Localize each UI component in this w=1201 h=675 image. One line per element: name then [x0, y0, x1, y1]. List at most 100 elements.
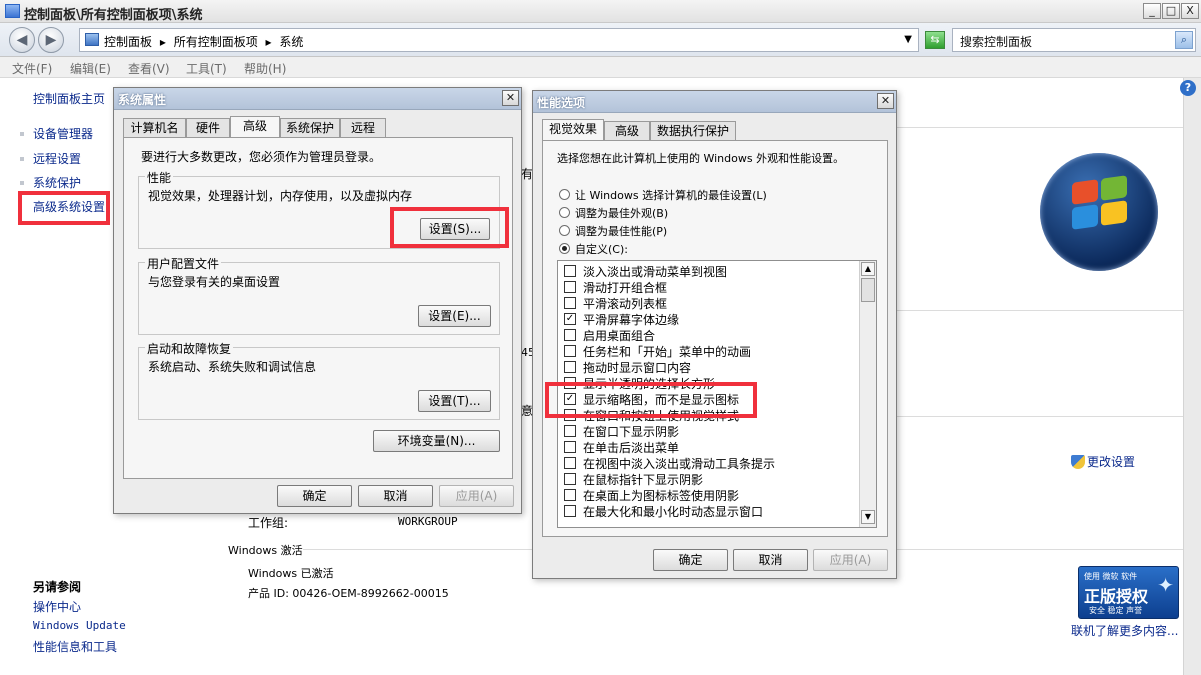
menu-view[interactable]: 查看(V) [128, 60, 170, 77]
checkbox[interactable] [564, 281, 576, 293]
learn-more-link[interactable]: 联机了解更多内容... [1071, 622, 1178, 639]
action-center-link[interactable]: 操作中心 [33, 598, 81, 615]
minimize-button[interactable]: _ [1143, 3, 1161, 19]
tab-advanced[interactable]: 高级 [230, 116, 280, 138]
search-placeholder: 搜索控制面板 [960, 35, 1033, 49]
system-properties-dialog: 系统属性 ✕ 计算机名 硬件 高级 系统保护 远程 要进行大多数更改，您必须作为… [113, 87, 522, 514]
effect-list-item[interactable]: 拖动时显示窗口内容 [564, 359, 856, 375]
radio-button[interactable] [559, 243, 570, 254]
tab-remote[interactable]: 远程 [340, 118, 386, 138]
vertical-scrollbar[interactable] [1183, 78, 1201, 675]
checkbox[interactable] [564, 361, 576, 373]
ok-button[interactable]: 确定 [653, 549, 728, 571]
close-button[interactable]: X [1181, 3, 1199, 19]
checkbox[interactable] [564, 345, 576, 357]
checkbox[interactable] [564, 265, 576, 277]
apply-button[interactable]: 应用(A) [439, 485, 514, 507]
help-icon[interactable]: ? [1180, 80, 1196, 96]
menu-file[interactable]: 文件(F) [12, 60, 52, 77]
performance-info-link[interactable]: 性能信息和工具 [33, 638, 117, 655]
windows-update-link[interactable]: Windows Update [33, 619, 126, 632]
radio-button[interactable] [559, 189, 570, 200]
effect-list-item[interactable]: 在窗口下显示阴影 [564, 423, 856, 439]
apply-button[interactable]: 应用(A) [813, 549, 888, 571]
control-panel-home-link[interactable]: 控制面板主页 [33, 90, 105, 107]
checkbox[interactable] [564, 441, 576, 453]
menu-help[interactable]: 帮助(H) [244, 60, 286, 77]
radio-button[interactable] [559, 225, 570, 236]
highlight-thumbnails-option [545, 382, 757, 418]
control-panel-icon [5, 4, 20, 18]
checkbox[interactable] [564, 457, 576, 469]
tab-system-protection[interactable]: 系统保护 [280, 118, 340, 138]
maximize-button[interactable]: □ [1162, 3, 1180, 19]
breadcrumb-item[interactable]: 控制面板 [104, 35, 152, 49]
change-settings-link[interactable]: 更改设置 [1087, 453, 1135, 470]
effect-list-item[interactable]: 在最大化和最小化时动态显示窗口 [564, 503, 856, 519]
effect-list-item[interactable]: 启用桌面组合 [564, 327, 856, 343]
tab-visual-effects[interactable]: 视觉效果 [542, 119, 604, 141]
radio-label: 让 Windows 选择计算机的最佳设置(L) [575, 189, 767, 202]
breadcrumb-item[interactable]: 系统 [279, 35, 303, 49]
effect-list-item[interactable]: 滑动打开组合框 [564, 279, 856, 295]
forward-arrow-icon[interactable]: ▶ [38, 27, 64, 53]
checkbox[interactable] [564, 473, 576, 485]
startup-recovery-settings-button[interactable]: 设置(T)... [418, 390, 491, 412]
effect-list-item[interactable]: 在单击后淡出菜单 [564, 439, 856, 455]
ok-button[interactable]: 确定 [277, 485, 352, 507]
effect-list-item[interactable]: 在视图中淡入淡出或滑动工具条提示 [564, 455, 856, 471]
tab-advanced[interactable]: 高级 [604, 121, 650, 141]
cancel-button[interactable]: 取消 [733, 549, 808, 571]
checkbox[interactable] [564, 489, 576, 501]
scroll-up-icon[interactable]: ▲ [861, 262, 875, 276]
effect-list-item[interactable]: 在鼠标指针下显示阴影 [564, 471, 856, 487]
breadcrumb-separator[interactable]: ▸ [266, 35, 272, 49]
checkbox[interactable] [564, 329, 576, 341]
effect-list-item[interactable]: 平滑滚动列表框 [564, 295, 856, 311]
chevron-down-icon[interactable]: ▼ [904, 34, 912, 45]
refresh-icon[interactable]: ⇆ [925, 31, 945, 49]
effect-list-item[interactable]: ✓ 平滑屏幕字体边缘 [564, 311, 856, 327]
scroll-thumb[interactable] [861, 278, 875, 302]
user-profiles-settings-button[interactable]: 设置(E)... [418, 305, 491, 327]
address-toolbar: ◀ ▶ 控制面板 ▸ 所有控制面板项 ▸ 系统 ▼ ⇆ 搜索控制面板 ⌕ [0, 23, 1201, 57]
remote-settings-link[interactable]: 远程设置 [33, 150, 81, 167]
close-icon[interactable]: ✕ [877, 93, 894, 109]
effect-list-item[interactable]: 任务栏和「开始」菜单中的动画 [564, 343, 856, 359]
checkbox[interactable] [564, 297, 576, 309]
effect-label: 淡入淡出或滑动菜单到视图 [583, 265, 728, 279]
tab-dep[interactable]: 数据执行保护 [650, 121, 736, 141]
list-scrollbar[interactable]: ▲ ▼ [859, 261, 876, 527]
logo-flag-yellow [1101, 200, 1127, 226]
environment-variables-button[interactable]: 环境变量(N)... [373, 430, 500, 452]
search-input[interactable]: 搜索控制面板 ⌕ [952, 28, 1196, 52]
close-icon[interactable]: ✕ [502, 90, 519, 106]
menu-tools[interactable]: 工具(T) [186, 60, 227, 77]
scroll-down-icon[interactable]: ▼ [861, 510, 875, 524]
menu-edit[interactable]: 编辑(E) [70, 60, 111, 77]
breadcrumb-item[interactable]: 所有控制面板项 [174, 35, 258, 49]
effect-label: 在鼠标指针下显示阴影 [583, 473, 704, 487]
cancel-button[interactable]: 取消 [358, 485, 433, 507]
user-profiles-group: 用户配置文件 与您登录有关的桌面设置 设置(E)... [138, 255, 500, 335]
checked-checkbox[interactable]: ✓ [564, 313, 576, 325]
tab-hardware[interactable]: 硬件 [186, 118, 230, 138]
device-manager-link[interactable]: 设备管理器 [33, 125, 93, 142]
system-protection-link[interactable]: 系统保护 [33, 174, 81, 191]
radio-button[interactable] [559, 207, 570, 218]
checkbox[interactable] [564, 425, 576, 437]
effect-list-item[interactable]: 淡入淡出或滑动菜单到视图 [564, 263, 856, 279]
menu-bar: 文件(F) 编辑(E) 查看(V) 工具(T) 帮助(H) [0, 57, 1201, 78]
tab-computer-name[interactable]: 计算机名 [123, 118, 186, 138]
checkbox[interactable] [564, 505, 576, 517]
search-icon[interactable]: ⌕ [1175, 31, 1193, 49]
address-bar[interactable]: 控制面板 ▸ 所有控制面板项 ▸ 系统 ▼ [79, 28, 919, 52]
advanced-system-settings-link[interactable]: 高级系统设置 [33, 198, 105, 215]
breadcrumb-separator[interactable]: ▸ [160, 35, 166, 49]
user-profiles-desc: 与您登录有关的桌面设置 [148, 275, 281, 289]
genuine-license-badge: 使用 微软 软件 正版授权 安全 稳定 声誉 ✦ [1078, 566, 1179, 619]
workgroup-value: WORKGROUP [398, 515, 458, 528]
startup-recovery-group: 启动和故障恢复 系统启动、系统失败和调试信息 设置(T)... [138, 340, 500, 420]
effect-list-item[interactable]: 在桌面上为图标标签使用阴影 [564, 487, 856, 503]
back-arrow-icon[interactable]: ◀ [9, 27, 35, 53]
